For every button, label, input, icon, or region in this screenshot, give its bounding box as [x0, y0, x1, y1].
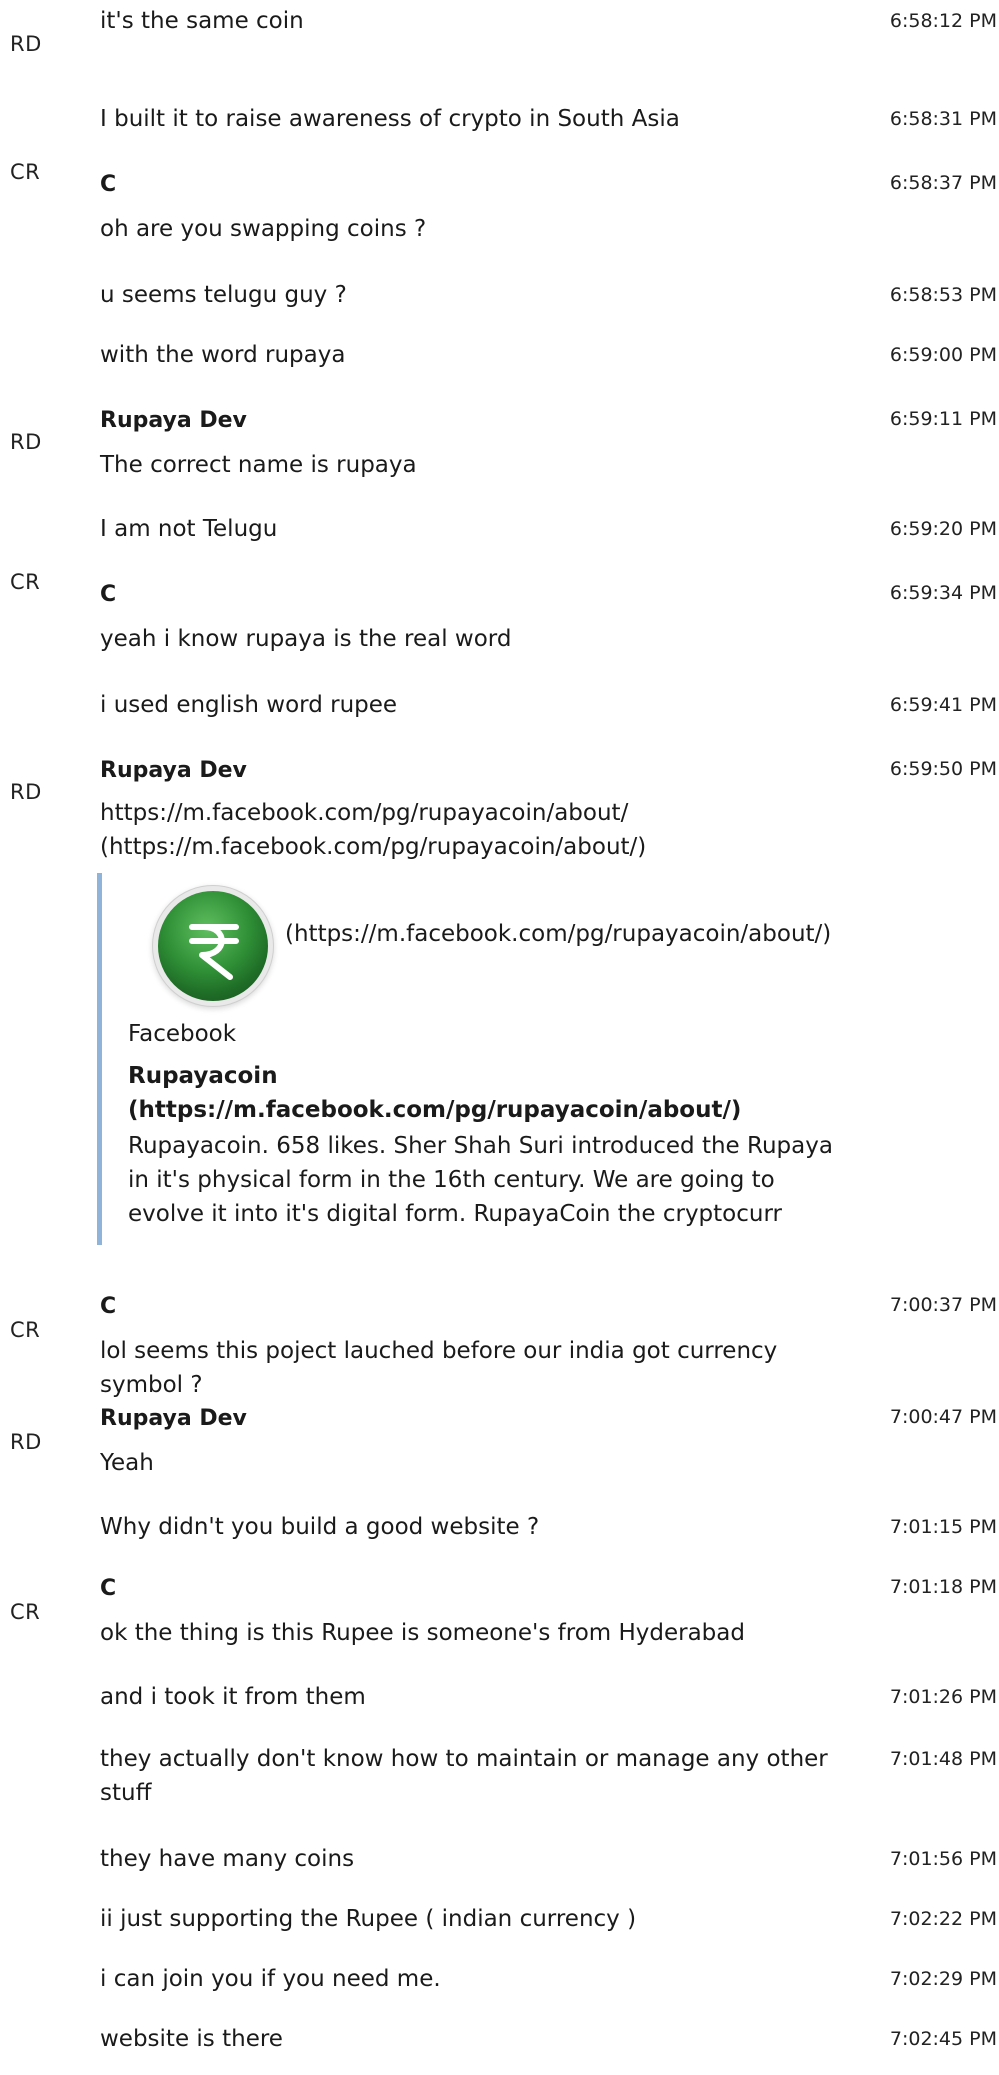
message-timestamp: 6:59:11 PM — [889, 408, 997, 430]
message-text: they actually don't know how to maintain… — [100, 1746, 828, 1806]
message-text: i used english word rupee — [100, 692, 398, 718]
avatar: CR — [10, 570, 41, 594]
message-timestamp: 6:58:37 PM — [889, 172, 997, 194]
message-timestamp: 6:58:31 PM — [889, 108, 997, 130]
sender-name: C — [100, 1294, 117, 1319]
message-timestamp: 6:59:20 PM — [889, 518, 997, 540]
message-timestamp: 7:01:26 PM — [889, 1686, 997, 1708]
sender-name: Rupaya Dev — [100, 1406, 247, 1431]
sender-name: C — [100, 582, 117, 607]
message-text: yeah i know rupaya is the real word — [100, 626, 512, 652]
message-timestamp: 6:58:12 PM — [889, 10, 997, 32]
message-text: and i took it from them — [100, 1684, 366, 1710]
message-timestamp: 6:59:00 PM — [889, 344, 997, 366]
link-preview-card[interactable]: (https://m.facebook.com/pg/rupayacoin/ab… — [97, 873, 865, 1245]
message-text: I built it to raise awareness of crypto … — [100, 106, 680, 132]
sender-name: Rupaya Dev — [100, 758, 247, 783]
message-text: it's the same coin — [100, 8, 304, 34]
message-text: Why didn't you build a good website ? — [100, 1514, 540, 1540]
avatar: RD — [10, 32, 42, 56]
message-text: u seems telugu guy ? — [100, 282, 347, 308]
message-timestamp: 6:58:53 PM — [889, 284, 997, 306]
message-timestamp: 6:59:34 PM — [889, 582, 997, 604]
message-text: website is there — [100, 2026, 283, 2052]
sender-name: Rupaya Dev — [100, 408, 247, 433]
message-timestamp: 7:00:37 PM — [889, 1294, 997, 1316]
message-timestamp: 7:00:47 PM — [889, 1406, 997, 1428]
message-text: i can join you if you need me. — [100, 1966, 441, 1992]
preview-description: Rupayacoin. 658 likes. Sher Shah Suri in… — [128, 1133, 833, 1227]
message-timestamp: 7:02:29 PM — [889, 1968, 997, 1990]
avatar: RD — [10, 430, 42, 454]
message-timestamp: 7:01:18 PM — [889, 1576, 997, 1598]
avatar: RD — [10, 1430, 42, 1454]
rupayacoin-logo-icon[interactable] — [158, 891, 268, 1001]
message-text: they have many coins — [100, 1846, 355, 1872]
avatar: RD — [10, 780, 42, 804]
message-timestamp: 7:02:45 PM — [889, 2028, 997, 2050]
message-timestamp: 7:02:22 PM — [889, 1908, 997, 1930]
preview-site-name: Facebook — [128, 1021, 237, 1047]
message-text: lol seems this poject lauched before our… — [100, 1338, 778, 1398]
avatar: CR — [10, 160, 41, 184]
preview-link-url[interactable]: (https://m.facebook.com/pg/rupayacoin/ab… — [285, 921, 831, 947]
avatar: CR — [10, 1600, 41, 1624]
preview-title[interactable]: Rupayacoin (https://m.facebook.com/pg/ru… — [128, 1059, 848, 1127]
message-text: I am not Telugu — [100, 516, 278, 542]
message-text: ok the thing is this Rupee is someone's … — [100, 1620, 745, 1646]
message-timestamp: 7:01:48 PM — [889, 1748, 997, 1770]
message-timestamp: 6:59:50 PM — [889, 758, 997, 780]
message-timestamp: 6:59:41 PM — [889, 694, 997, 716]
message-text: The correct name is rupaya — [100, 452, 417, 478]
message-text: Yeah — [100, 1450, 154, 1476]
message-text: with the word rupaya — [100, 342, 346, 368]
sender-name: C — [100, 1576, 117, 1601]
message-timestamp: 7:01:56 PM — [889, 1848, 997, 1870]
message-link[interactable]: https://m.facebook.com/pg/rupayacoin/abo… — [100, 796, 740, 864]
message-text: ii just supporting the Rupee ( indian cu… — [100, 1906, 637, 1932]
message-text: oh are you swapping coins ? — [100, 216, 427, 242]
message-timestamp: 7:01:15 PM — [889, 1516, 997, 1538]
sender-name: C — [100, 172, 117, 197]
avatar: CR — [10, 1318, 41, 1342]
